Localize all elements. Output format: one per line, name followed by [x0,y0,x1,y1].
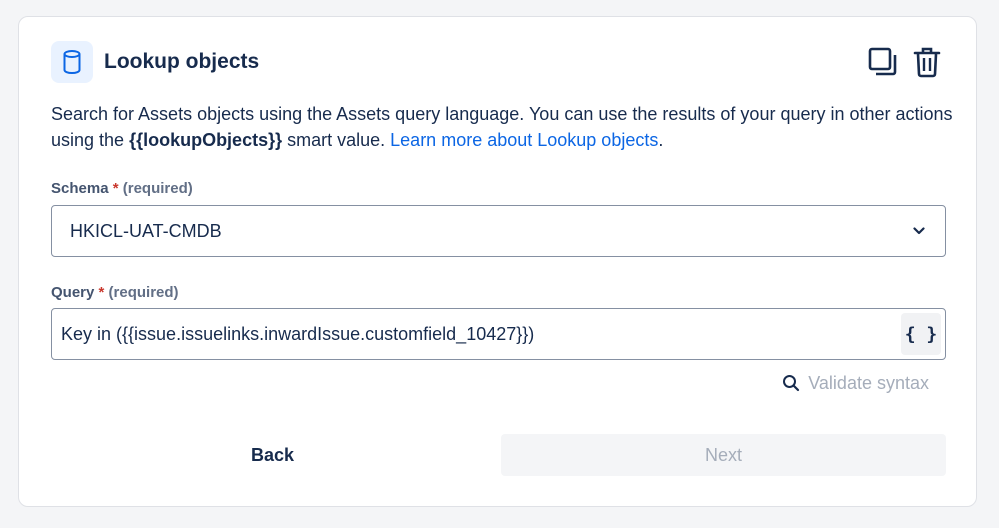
database-icon [51,41,93,83]
description-suffix: . [658,130,664,150]
schema-label: Schema * (required) [51,180,193,197]
card-header: Lookup objects [51,41,944,83]
lookup-objects-card: Lookup objects Search for Assets objects… [18,16,977,507]
schema-label-text: Schema [51,180,109,197]
query-label-text: Query [51,284,95,301]
schema-selected-value: HKICL-UAT-CMDB [70,220,222,241]
description: Search for Assets objects using the Asse… [51,101,956,153]
smart-value-text: {{lookupObjects}} [129,130,283,150]
copy-icon [868,47,897,76]
delete-button[interactable] [910,44,944,80]
required-asterisk: * [98,284,105,301]
validate-syntax-label: Validate syntax [808,372,929,393]
next-button[interactable]: Next [501,434,946,476]
required-text: (required) [122,180,193,197]
query-label: Query * (required) [51,284,179,301]
validate-syntax-button[interactable]: Validate syntax [782,370,929,396]
trash-icon [913,47,941,78]
header-actions [866,44,944,80]
smart-value-button[interactable]: { } [901,313,941,355]
required-text: (required) [108,284,179,301]
search-icon [783,375,800,392]
query-field: { } [51,308,946,360]
chevron-down-icon [913,227,925,235]
query-input[interactable] [61,323,901,345]
description-middle: smart value. [282,130,391,150]
back-button[interactable]: Back [51,434,494,476]
learn-more-link[interactable]: Learn more about Lookup objects [390,130,658,150]
schema-select[interactable]: HKICL-UAT-CMDB [51,205,946,257]
copy-button[interactable] [866,44,900,80]
required-asterisk: * [112,180,119,197]
page-title: Lookup objects [104,50,260,73]
